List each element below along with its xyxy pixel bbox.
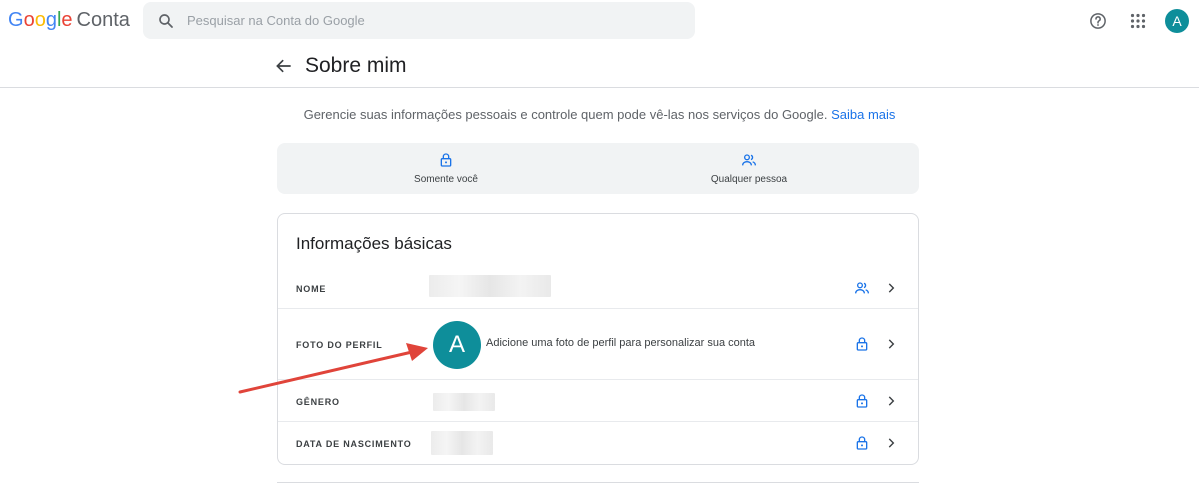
back-arrow-icon[interactable] <box>274 56 294 76</box>
people-icon <box>855 282 869 294</box>
top-bar: Google Conta A <box>0 0 1199 42</box>
row-label: NOME <box>296 284 327 294</box>
next-card-edge <box>277 482 919 483</box>
logo-conta-label: Conta <box>76 9 130 31</box>
profile-photo-hint: Adicione uma foto de perfil para persona… <box>486 337 756 349</box>
google-account-logo[interactable]: Google Conta <box>8 8 130 32</box>
visibility-legend: Somente você Qualquer pessoa <box>277 143 919 194</box>
redacted-name-value <box>429 275 551 297</box>
search-icon <box>159 13 173 28</box>
apps-button[interactable] <box>1125 8 1151 34</box>
search-input[interactable] <box>187 13 667 28</box>
page-title: Sobre mim <box>305 54 407 77</box>
row-gender[interactable]: GÊNERO <box>278 380 918 422</box>
row-birthday[interactable]: DATA DE NASCIMENTO <box>278 422 918 464</box>
legend-only-you-label: Somente você <box>414 174 478 185</box>
help-button[interactable] <box>1085 8 1111 34</box>
apps-grid-icon <box>1130 13 1146 29</box>
top-right-actions: A <box>1085 8 1189 34</box>
row-label: DATA DE NASCIMENTO <box>296 439 412 449</box>
redacted-birthday-value <box>431 431 493 455</box>
lock-icon <box>856 394 868 408</box>
help-icon <box>1090 13 1106 29</box>
row-label: FOTO DO PERFIL <box>296 340 383 350</box>
card-title: Informações básicas <box>296 234 452 253</box>
legend-only-you: Somente você <box>346 152 546 185</box>
chevron-right-icon <box>888 396 895 406</box>
profile-photo-avatar[interactable]: A <box>433 321 481 369</box>
account-avatar-button[interactable]: A <box>1165 9 1189 33</box>
chevron-right-icon <box>888 339 895 349</box>
chevron-right-icon <box>888 438 895 448</box>
page-header: Sobre mim <box>0 42 1199 88</box>
lock-icon <box>856 436 868 450</box>
legend-anyone: Qualquer pessoa <box>649 152 849 185</box>
search-bar[interactable] <box>143 2 695 39</box>
redacted-gender-value <box>433 393 495 411</box>
intro-text: Gerencie suas informações pessoais e con… <box>0 107 1199 122</box>
lock-icon <box>856 337 868 351</box>
row-label: GÊNERO <box>296 397 340 407</box>
basic-info-card: Informações básicas NOME FOTO DO PERFIL … <box>277 213 919 465</box>
intro-description: Gerencie suas informações pessoais e con… <box>303 107 828 122</box>
chevron-right-icon <box>888 283 895 293</box>
lock-icon <box>440 153 452 167</box>
legend-anyone-label: Qualquer pessoa <box>710 174 788 185</box>
people-icon <box>742 154 756 166</box>
google-wordmark: Google <box>8 9 73 31</box>
row-name[interactable]: NOME <box>278 266 918 309</box>
learn-more-link[interactable]: Saiba mais <box>831 107 895 122</box>
